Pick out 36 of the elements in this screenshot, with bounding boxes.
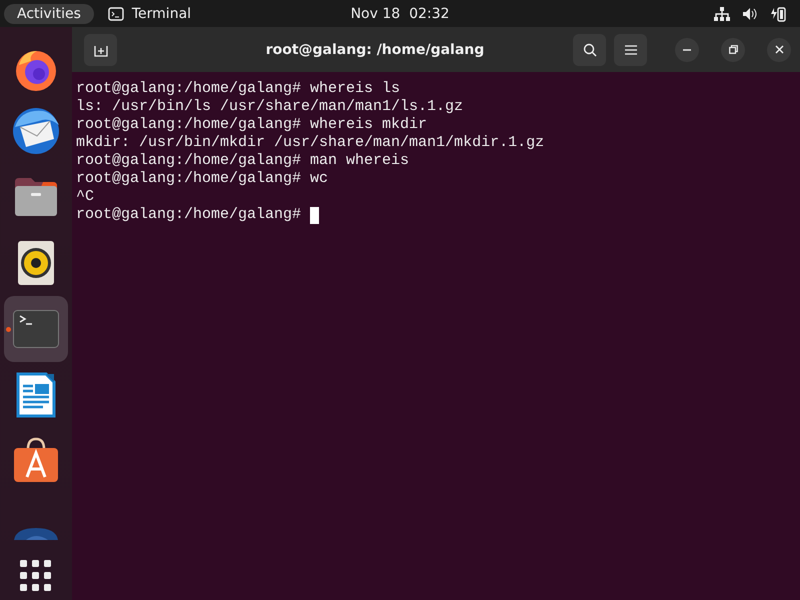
restore-icon [728,45,738,54]
terminal-line: mkdir: /usr/bin/mkdir /usr/share/man/man1/mkdir.1.gz [76,134,544,152]
menu-button[interactable] [614,34,647,66]
terminal-line: ^C [76,188,94,206]
app-menu-label[interactable]: Terminal [132,6,192,22]
close-button[interactable] [767,38,791,62]
new-tab-button[interactable] [84,34,117,66]
terminal-icon[interactable] [13,310,59,348]
activities-button[interactable]: Activities [4,4,94,24]
terminal-line: root@galang:/home/galang# wc [76,170,328,188]
terminal-line: root@galang:/home/galang# whereis mkdir [76,116,428,134]
network-icon[interactable] [714,6,730,20]
document-icon[interactable] [16,372,56,418]
terminal-line: ls: /usr/bin/ls /usr/share/man/man1/ls.1.gz [76,98,464,116]
shopping-bag-icon[interactable] [13,437,59,483]
speaker-icon[interactable] [17,240,55,286]
terminal-line: root@galang:/home/galang# whereis ls [76,80,400,98]
clock[interactable]: Nov 18 02:32 [350,6,450,22]
minimize-icon [683,48,691,50]
dock-item-highlight[interactable] [4,296,68,362]
battery-icon[interactable] [770,6,786,22]
volume-icon[interactable] [742,6,758,20]
search-icon [582,42,596,56]
terminal-line: root@galang:/home/galang# [76,206,302,224]
search-button[interactable] [573,34,606,66]
maximize-button[interactable] [721,38,745,62]
window-title: root@galang: /home/galang [264,42,486,58]
globe-icon[interactable] [14,528,58,540]
terminal-line: root@galang:/home/galang# man whereis [76,152,410,170]
minimize-button[interactable] [675,38,699,62]
app-grid-icon[interactable] [20,560,52,592]
mail-icon[interactable] [11,107,61,155]
terminal-icon [108,6,124,20]
close-icon [774,45,784,54]
folder-icon[interactable] [13,176,59,218]
menu-icon [624,44,636,54]
